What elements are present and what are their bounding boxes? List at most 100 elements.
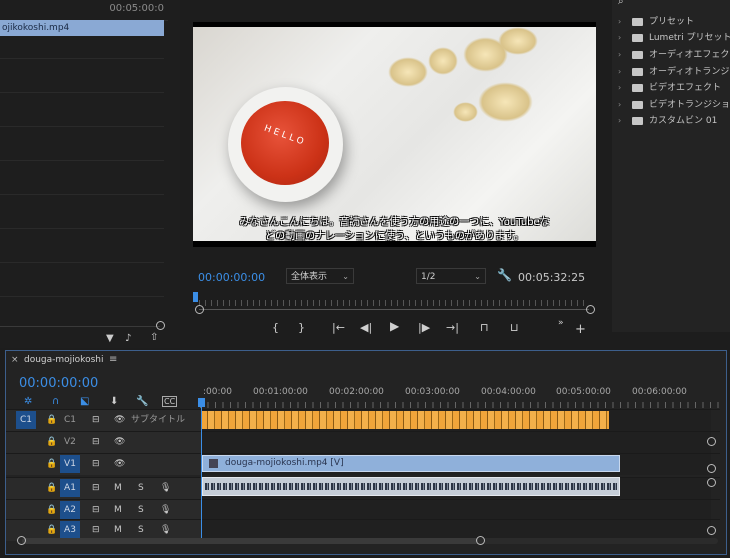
source-clip[interactable]: ojikokoshi.mp4: [0, 20, 164, 36]
add-button-icon[interactable]: +: [575, 322, 586, 337]
track-area[interactable]: [201, 432, 711, 453]
source-scrollbar[interactable]: [0, 326, 160, 327]
lock-icon[interactable]: 🔒: [46, 432, 57, 453]
mark-out-button[interactable]: }: [298, 321, 305, 334]
divider: [0, 160, 164, 161]
audio-clip[interactable]: [202, 477, 620, 496]
caption-clips[interactable]: [201, 411, 609, 429]
scrollbar-thumb[interactable]: [22, 538, 478, 544]
divider: [0, 194, 164, 195]
track-scroll-handle[interactable]: [707, 478, 716, 487]
lock-icon[interactable]: 🔒: [46, 500, 57, 521]
step-back-button[interactable]: ◀|: [360, 321, 372, 334]
go-to-in-button[interactable]: |←: [332, 321, 345, 334]
sync-lock-icon[interactable]: ⊟: [92, 410, 100, 431]
track-patch-a2[interactable]: A2: [60, 501, 80, 519]
lock-icon[interactable]: 🔒: [46, 410, 57, 431]
mark-in-button[interactable]: {: [272, 321, 279, 334]
settings-wrench-icon[interactable]: 🔧: [497, 268, 512, 282]
folder-icon: [632, 68, 643, 76]
microphone-icon[interactable]: 🎙: [160, 478, 171, 499]
divider: [0, 92, 164, 93]
search-icon[interactable]: ⌕: [618, 0, 624, 7]
track-header: C1 🔒 C1 ⊟ 👁 サブタイトル: [6, 410, 201, 431]
ruler-label: 00:01:00:00: [253, 387, 308, 397]
eye-icon[interactable]: 👁: [114, 454, 125, 475]
program-playhead[interactable]: [193, 292, 198, 302]
sync-lock-icon[interactable]: ⊟: [92, 432, 100, 453]
subtitle-line-2: どの動画のナレーションに使う、というものがあります。: [265, 231, 524, 242]
timeline-playhead[interactable]: [201, 398, 202, 540]
track-scroll-handle[interactable]: [707, 464, 716, 473]
rice-grains: [498, 27, 538, 55]
export-icon[interactable]: ⇧: [150, 332, 158, 343]
zoom-level-select[interactable]: 全体表示 ⌄: [286, 268, 354, 284]
mute-button[interactable]: M: [114, 500, 122, 521]
ruler-label: 00:05:00:00: [556, 387, 611, 397]
snap-icon[interactable]: ∩: [52, 396, 59, 407]
divider: [0, 228, 164, 229]
play-button[interactable]: ▶: [390, 319, 399, 333]
track-scroll-handle[interactable]: [707, 526, 716, 535]
close-icon[interactable]: ×: [11, 355, 19, 365]
timeline-horizontal-scrollbar[interactable]: [17, 536, 718, 545]
chevron-right-icon: ›: [618, 17, 622, 26]
more-controls-icon[interactable]: »: [558, 318, 564, 328]
sync-lock-icon[interactable]: ⊟: [92, 500, 100, 521]
add-marker-icon[interactable]: ⬇: [110, 396, 118, 407]
scrub-end-handle[interactable]: [586, 305, 595, 314]
audio-insert-icon[interactable]: ♪: [125, 333, 131, 344]
scroll-start-handle[interactable]: [17, 536, 26, 545]
microphone-icon[interactable]: 🎙: [160, 500, 171, 521]
lock-icon[interactable]: 🔒: [46, 454, 57, 475]
track-area[interactable]: [201, 500, 711, 521]
ruler-label: :00:00: [203, 387, 232, 397]
captions-cc-icon[interactable]: CC: [162, 396, 178, 407]
program-current-timecode[interactable]: 00:00:00:00: [198, 271, 265, 284]
extract-button[interactable]: ⊔: [510, 321, 519, 334]
eye-icon[interactable]: 👁: [114, 432, 125, 453]
ruler-label: 00:02:00:00: [329, 387, 384, 397]
playback-resolution-select[interactable]: 1/2 ⌄: [416, 268, 486, 284]
solo-button[interactable]: S: [138, 478, 144, 499]
filter-icon[interactable]: ▼: [106, 333, 114, 344]
source-scroll-end-handle[interactable]: [156, 321, 165, 330]
track-scroll-handle[interactable]: [707, 437, 716, 446]
track-patch-c1[interactable]: C1: [16, 411, 36, 429]
rice-grains: [478, 82, 533, 122]
lock-icon[interactable]: 🔒: [46, 478, 57, 499]
sync-lock-icon[interactable]: ⊟: [92, 454, 100, 475]
track-patch-a1[interactable]: A1: [60, 479, 80, 497]
go-to-out-button[interactable]: →|: [446, 321, 459, 334]
mute-button[interactable]: M: [114, 478, 122, 499]
source-ruler[interactable]: 00:05:00:0: [0, 0, 168, 21]
step-forward-button[interactable]: |▶: [418, 321, 430, 334]
video-clip[interactable]: douga-mojiokoshi.mp4 [V]: [202, 455, 620, 472]
eye-icon[interactable]: 👁: [114, 410, 125, 431]
timeline-timecode[interactable]: 00:00:00:00: [19, 376, 98, 391]
track-header: 🔒 A2 ⊟ M S 🎙: [6, 500, 201, 521]
nest-sequence-icon[interactable]: ✲: [24, 396, 32, 407]
scrub-start-handle[interactable]: [195, 305, 204, 314]
timeline-settings-wrench-icon[interactable]: 🔧: [136, 396, 148, 407]
scroll-end-handle[interactable]: [476, 536, 485, 545]
timeline-ruler[interactable]: :00:00 00:01:00:00 00:02:00:00 00:03:00:…: [200, 384, 722, 410]
sync-lock-icon[interactable]: ⊟: [92, 478, 100, 499]
video-frame: HELLO みなさんこんにちは。音読さんを使う方の用途の一つに、YouTubeな…: [193, 22, 596, 247]
resolution-value: 1/2: [421, 272, 436, 282]
track-v2: 🔒 V2 ⊟ 👁: [6, 431, 720, 453]
lift-button[interactable]: ⊓: [480, 321, 489, 334]
timeline-tab[interactable]: douga-mojiokoshi: [24, 355, 103, 365]
folder-icon: [632, 117, 643, 125]
track-a2: 🔒 A2 ⊟ M S 🎙: [6, 499, 720, 521]
menu-icon[interactable]: ≡: [109, 354, 117, 365]
effects-item-label: Lumetri プリセット: [649, 33, 730, 43]
linked-selection-icon[interactable]: ⬕: [80, 396, 89, 407]
ruler-label: 00:06:00:00: [632, 387, 687, 397]
program-scrubber[interactable]: [193, 292, 596, 316]
divider: [0, 296, 164, 297]
solo-button[interactable]: S: [138, 500, 144, 521]
track-patch-a3[interactable]: A3: [60, 521, 80, 539]
track-patch-v1[interactable]: V1: [60, 455, 80, 473]
ruler-ticks: [200, 402, 722, 408]
